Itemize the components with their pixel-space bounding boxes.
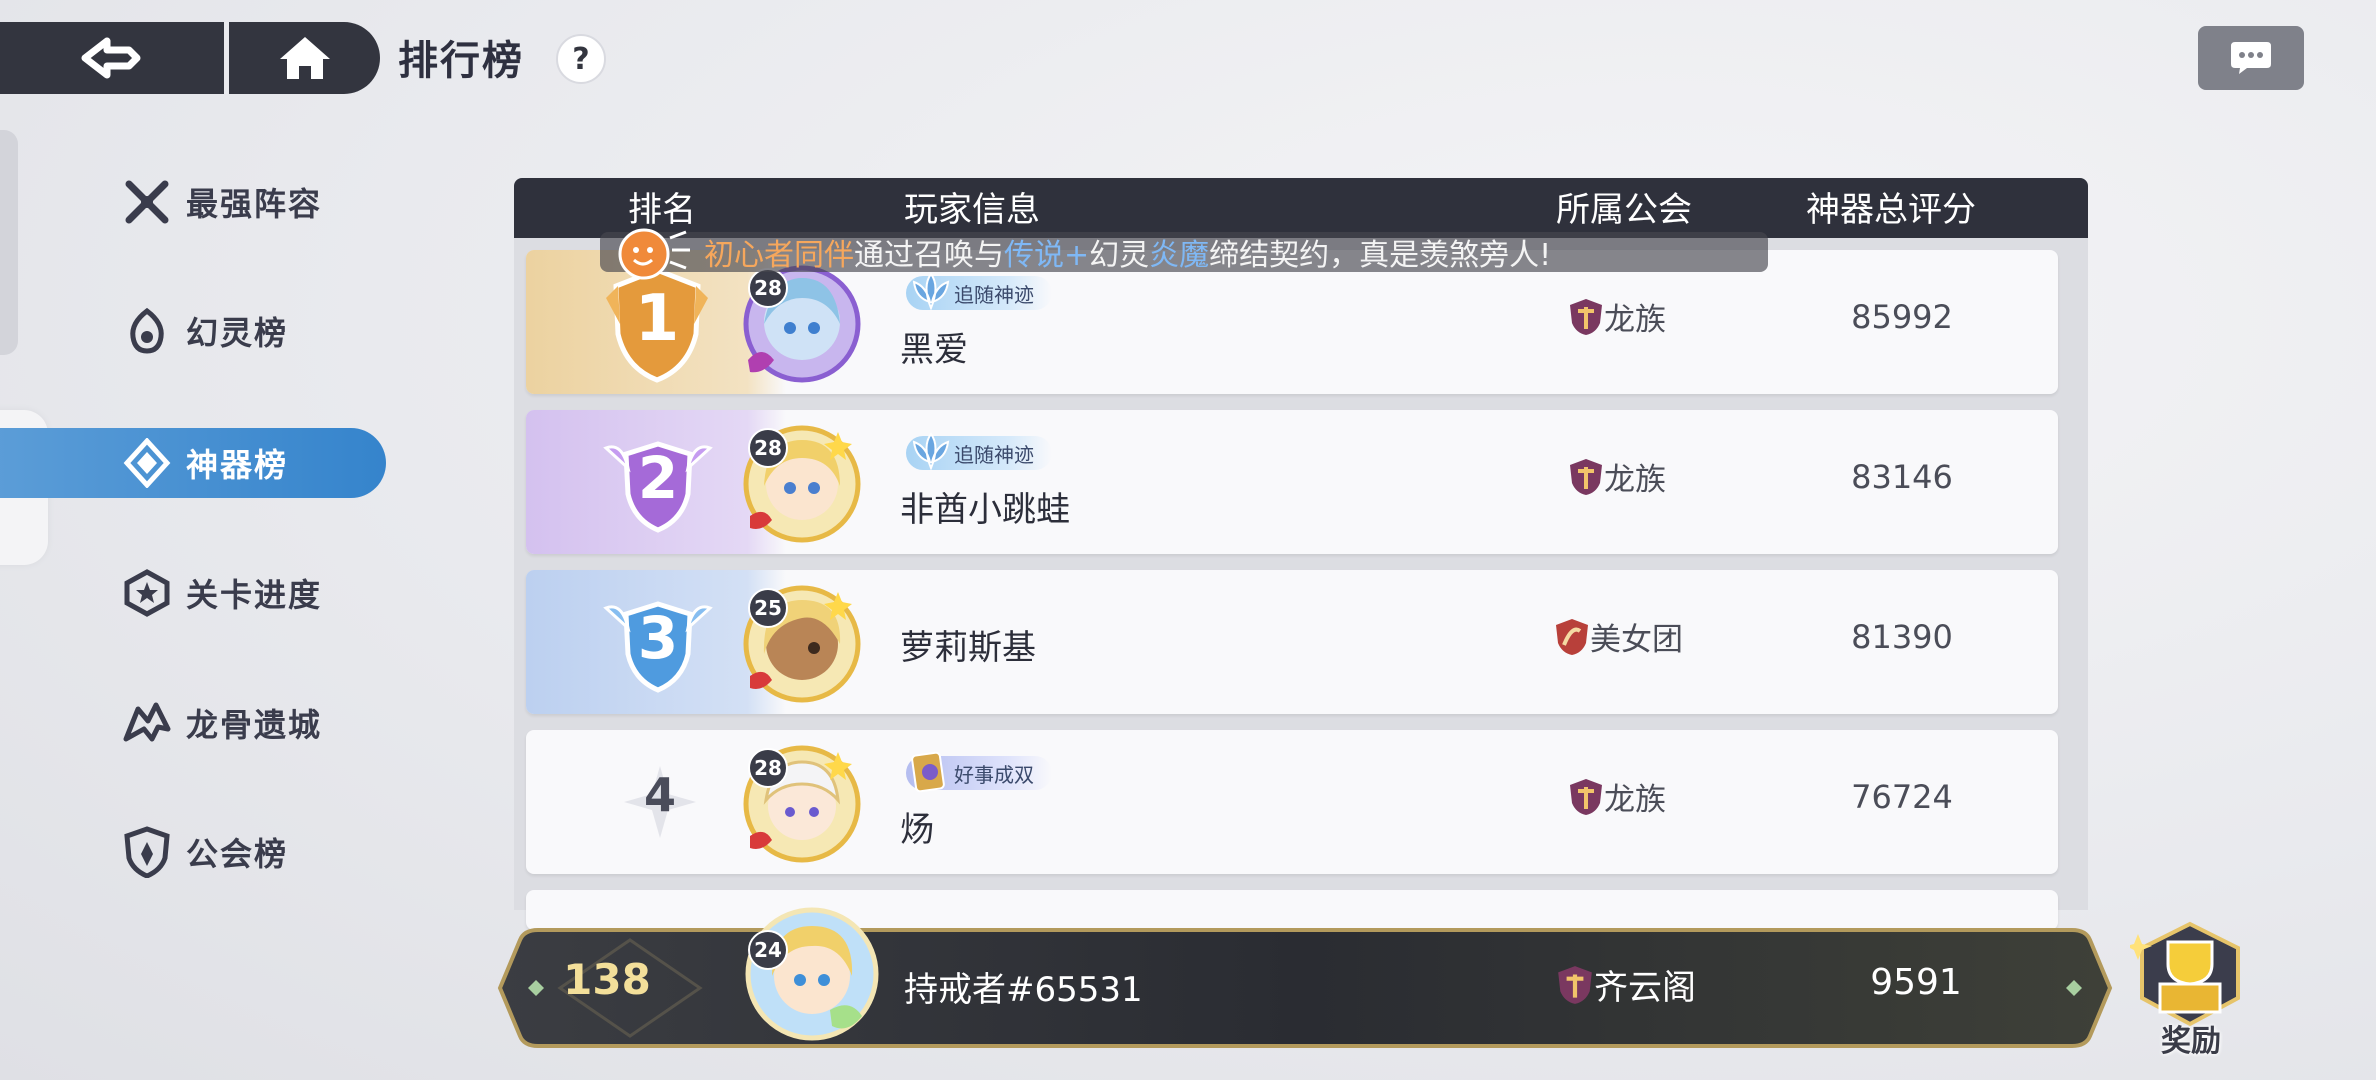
table-row[interactable]: 3 25 萝莉斯基 美女团 81390 xyxy=(526,570,2058,714)
broadcast-text: 缔结契约，真是羡煞旁人! xyxy=(1209,238,1552,273)
mascot-icon xyxy=(618,228,690,280)
broadcast-text: 通过召唤与 xyxy=(854,238,1004,273)
player-name: 炀 xyxy=(900,810,934,850)
sidebar-item-artifact-rank[interactable]: 神器榜 xyxy=(120,428,400,498)
help-button[interactable]: ? xyxy=(556,34,606,84)
dragon-icon xyxy=(120,696,174,750)
table-row[interactable]: 4 28 好事成双 炀 龙族 76724 xyxy=(526,730,2058,874)
rank-number: 2 xyxy=(637,444,679,512)
sidebar-item-stage-progress[interactable]: 关卡进度 xyxy=(120,558,400,628)
title-badge-text: 追随神迹 xyxy=(954,442,1034,467)
star-badge-icon xyxy=(120,566,174,620)
rank-number: 1 xyxy=(634,282,680,356)
card-emblem-icon xyxy=(911,751,945,793)
chat-button[interactable] xyxy=(2198,26,2304,90)
player-name: 萝莉斯基 xyxy=(900,628,1036,668)
player-name: 非酋小跳蛙 xyxy=(900,490,1070,530)
score-value: 83146 xyxy=(1851,458,1953,496)
column-header-score: 神器总评分 xyxy=(1806,190,1976,230)
broadcast-rarity: 传说+ xyxy=(1004,238,1090,273)
guild-name: 龙族 xyxy=(1604,302,1666,338)
guild-crest-icon xyxy=(1558,965,1592,1004)
guild-name: 龙族 xyxy=(1604,782,1666,818)
rank-number: 3 xyxy=(637,604,679,672)
home-button[interactable] xyxy=(230,22,380,94)
sidebar-item-strongest-lineup[interactable]: 最强阵容 xyxy=(120,167,400,237)
broadcast-player: 初心者同伴 xyxy=(704,238,854,273)
guild-cell: 龙族 xyxy=(1568,774,1666,819)
column-header-guild: 所属公会 xyxy=(1556,190,1692,230)
reward-label: 奖励 xyxy=(2161,1024,2221,1059)
table-row[interactable]: 2 28 追随神迹 非酋小跳蛙 龙族 83146 xyxy=(526,410,2058,554)
guild-name: 龙族 xyxy=(1604,462,1666,498)
level-badge: 25 xyxy=(748,588,788,628)
guild-cell: 龙族 xyxy=(1568,294,1666,339)
sidebar-item-label: 关卡进度 xyxy=(186,576,323,614)
guild-crest-icon xyxy=(1570,298,1602,335)
crossed-swords-icon xyxy=(120,175,174,229)
sidebar-item-label: 龙骨遗城 xyxy=(186,706,323,744)
my-player-name: 持戒者#65531 xyxy=(904,970,1143,1010)
guild-name: 美女团 xyxy=(1590,622,1683,658)
player-portrait-icon xyxy=(745,907,879,1041)
title-badge-text: 好事成双 xyxy=(954,762,1034,787)
back-arrow-icon xyxy=(81,37,141,79)
level-badge: 28 xyxy=(748,428,788,468)
column-header-player: 玩家信息 xyxy=(904,190,1040,230)
score-value: 85992 xyxy=(1851,298,1953,336)
rank-number: 4 xyxy=(643,768,676,822)
sidebar-item-spirit-rank[interactable]: 幻灵榜 xyxy=(120,296,400,366)
my-guild-cell: 齐云阁 xyxy=(1556,960,1696,1009)
sidebar-edge-tab xyxy=(0,130,18,355)
broadcast-banner: 初心者同伴 通过召唤与 传说+ 幻灵 炎魔 缔结契约，真是羡煞旁人! xyxy=(600,228,1768,280)
broadcast-text: 幻灵 xyxy=(1089,238,1150,273)
my-score-value: 9591 xyxy=(1870,962,1962,1003)
sidebar-item-label: 神器榜 xyxy=(186,446,289,484)
level-badge: 28 xyxy=(748,748,788,788)
level-badge: 28 xyxy=(748,268,788,308)
home-icon xyxy=(280,37,330,79)
my-rank-number: 138 xyxy=(563,955,651,1004)
my-avatar[interactable] xyxy=(744,906,880,1042)
artifact-gem-icon xyxy=(120,436,174,490)
trophy-chest-icon xyxy=(2126,921,2240,1027)
guild-cell: 龙族 xyxy=(1568,454,1666,499)
title-badge: 追随神迹 xyxy=(906,432,1052,471)
page-title: 排行榜 xyxy=(398,38,524,84)
player-name: 黑爱 xyxy=(900,330,968,370)
title-badge: 好事成双 xyxy=(906,751,1052,793)
sidebar-item-dragon-bone-city[interactable]: 龙骨遗城 xyxy=(120,688,400,758)
sidebar-item-label: 最强阵容 xyxy=(186,185,323,223)
spirit-flame-icon xyxy=(120,304,174,358)
guild-crest-icon xyxy=(1570,458,1602,495)
guild-crest-icon xyxy=(1556,618,1588,655)
broadcast-spirit: 炎魔 xyxy=(1149,238,1210,273)
sidebar-item-label: 公会榜 xyxy=(186,835,289,873)
sidebar-item-label: 幻灵榜 xyxy=(186,314,289,352)
guild-crest-icon xyxy=(1570,778,1602,815)
guild-cell: 美女团 xyxy=(1554,614,1683,659)
guild-shield-icon xyxy=(120,825,174,879)
title-badge: 追随神迹 xyxy=(906,272,1052,311)
sidebar-item-guild-rank[interactable]: 公会榜 xyxy=(120,817,400,887)
nav-divider xyxy=(224,22,229,94)
score-value: 76724 xyxy=(1851,778,1953,816)
wings-emblem-icon xyxy=(912,432,950,471)
level-badge: 24 xyxy=(748,930,788,970)
title-badge-text: 追随神迹 xyxy=(954,282,1034,307)
back-button[interactable] xyxy=(0,22,224,94)
wings-emblem-icon xyxy=(912,272,950,311)
chat-bubble-icon xyxy=(2231,42,2271,74)
guild-name: 齐云阁 xyxy=(1594,968,1696,1008)
score-value: 81390 xyxy=(1851,618,1953,656)
